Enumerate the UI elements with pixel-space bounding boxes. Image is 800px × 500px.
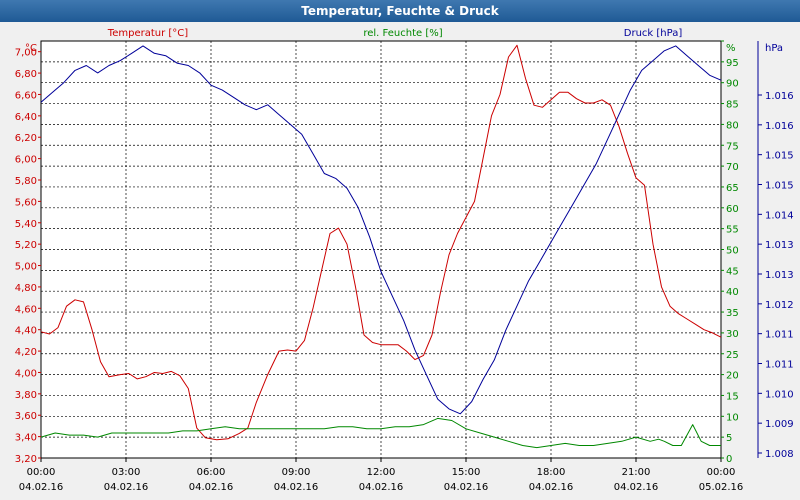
pressure-tick-label: 1.015 <box>765 181 794 192</box>
humidity-tick-label: 15 <box>726 391 739 402</box>
temperature-tick-label: 4,00 <box>15 368 37 379</box>
pressure-unit: hPa <box>765 43 783 54</box>
x-tick-date: 04.02.16 <box>614 482 659 493</box>
x-tick-label: 18:00 <box>537 467 566 478</box>
temperature-unit: °C <box>25 43 37 54</box>
temperature-tick-label: 6,40 <box>15 112 37 123</box>
x-tick-date: 04.02.16 <box>274 482 319 493</box>
temperature-axis-label: Temperatur [°C] <box>107 28 188 39</box>
x-tick-label: 15:00 <box>452 467 481 478</box>
x-tick-label: 09:00 <box>282 467 311 478</box>
humidity-tick-label: 50 <box>726 246 739 257</box>
temperature-tick-label: 6,00 <box>15 155 37 166</box>
pressure-axis-label: Druck [hPa] <box>624 28 683 39</box>
temperature-tick-label: 3,60 <box>15 411 37 422</box>
pressure-tick-label: 1.016 <box>765 121 794 132</box>
humidity-tick-label: 60 <box>726 204 739 215</box>
humidity-tick-label: 0 <box>726 454 732 465</box>
temperature-tick-label: 5,00 <box>15 262 37 273</box>
x-tick-label: 21:00 <box>622 467 651 478</box>
humidity-tick-label: 75 <box>726 141 739 152</box>
x-tick-date: 04.02.16 <box>444 482 489 493</box>
temperature-tick-label: 3,20 <box>15 454 37 465</box>
x-tick-date: 04.02.16 <box>19 482 64 493</box>
humidity-unit: % <box>726 43 736 54</box>
pressure-tick-label: 1.011 <box>765 360 794 371</box>
temperature-tick-label: 3,40 <box>15 433 37 444</box>
pressure-tick-label: 1.011 <box>765 330 794 341</box>
temperature-tick-label: 4,40 <box>15 326 37 337</box>
humidity-tick-label: 45 <box>726 266 739 277</box>
pressure-tick-label: 1.015 <box>765 151 794 162</box>
x-tick-date: 04.02.16 <box>359 482 404 493</box>
x-tick-label: 00:00 <box>27 467 56 478</box>
humidity-tick-label: 10 <box>726 412 739 423</box>
humidity-tick-label: 5 <box>726 433 732 444</box>
temperature-tick-label: 5,40 <box>15 219 37 230</box>
x-tick-date: 04.02.16 <box>104 482 149 493</box>
x-tick-date: 04.02.16 <box>529 482 574 493</box>
x-tick-label: 06:00 <box>197 467 226 478</box>
pressure-tick-label: 1.008 <box>765 449 794 460</box>
window-title: Temperatur, Feuchte & Druck <box>0 0 800 22</box>
humidity-tick-label: 35 <box>726 308 739 319</box>
pressure-tick-label: 1.012 <box>765 300 794 311</box>
humidity-tick-label: 65 <box>726 183 739 194</box>
grid <box>41 41 721 458</box>
temperature-tick-label: 3,80 <box>15 390 37 401</box>
humidity-tick-label: 20 <box>726 371 739 382</box>
humidity-tick-label: 85 <box>726 100 739 111</box>
chart: 00:00 04.02.16 03:00 04.02.16 06:00 04.02.16 0… <box>15 28 794 493</box>
x-tick-label: 03:00 <box>112 467 141 478</box>
pressure-tick-label: 1.013 <box>765 240 794 251</box>
temperature-tick-label: 6,80 <box>15 69 37 80</box>
humidity-axis-label: rel. Feuchte [%] <box>363 28 442 39</box>
temperature-tick-label: 6,60 <box>15 90 37 101</box>
x-tick-label: 00:00 <box>707 467 736 478</box>
x-tick-date: 05.02.16 <box>699 482 744 493</box>
temperature-tick-label: 4,60 <box>15 304 37 315</box>
pressure-tick-label: 1.010 <box>765 389 794 400</box>
humidity-tick-label: 80 <box>726 120 739 131</box>
humidity-tick-label: 25 <box>726 350 739 361</box>
pressure-tick-label: 1.016 <box>765 91 794 102</box>
temperature-tick-label: 5,20 <box>15 240 37 251</box>
x-tick-label: 12:00 <box>367 467 396 478</box>
humidity-tick-label: 40 <box>726 287 739 298</box>
humidity-tick-label: 95 <box>726 58 739 69</box>
temperature-tick-label: 6,20 <box>15 133 37 144</box>
temperature-tick-label: 4,20 <box>15 347 37 358</box>
humidity-tick-label: 90 <box>726 79 739 90</box>
temperature-tick-label: 4,80 <box>15 283 37 294</box>
humidity-tick-label: 30 <box>726 329 739 340</box>
humidity-tick-label: 55 <box>726 225 739 236</box>
pressure-tick-label: 1.009 <box>765 419 794 430</box>
humidity-tick-label: 70 <box>726 162 739 173</box>
pressure-tick-label: 1.013 <box>765 270 794 281</box>
x-tick-date: 04.02.16 <box>189 482 234 493</box>
temperature-tick-label: 5,60 <box>15 197 37 208</box>
pressure-tick-label: 1.014 <box>765 210 794 221</box>
temperature-tick-label: 5,80 <box>15 176 37 187</box>
